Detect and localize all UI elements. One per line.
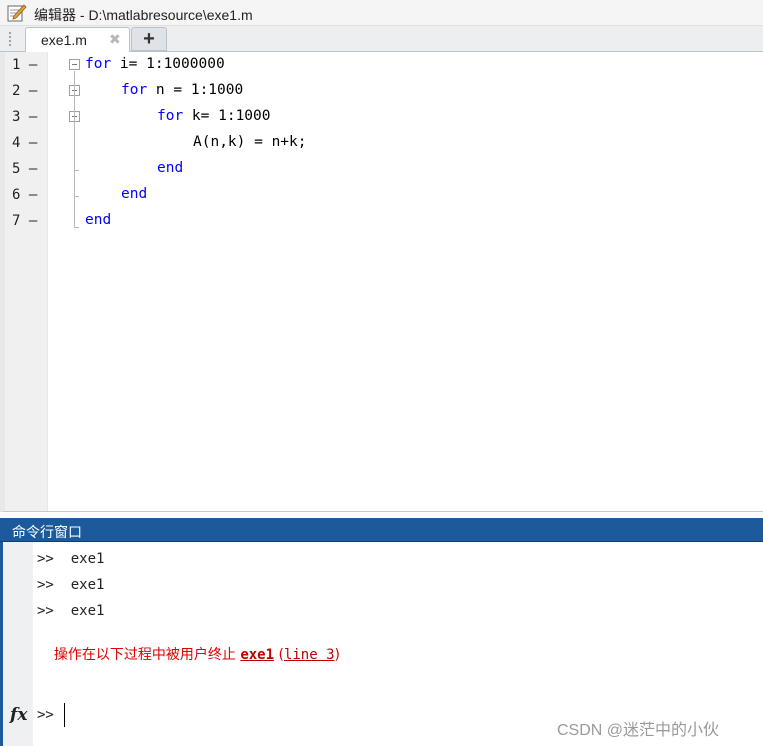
code-line[interactable]: end <box>157 160 183 176</box>
code-line[interactable]: end <box>85 212 111 228</box>
code-line[interactable]: for k= 1:1000 <box>157 108 271 124</box>
line-number[interactable]: 2 — <box>12 83 48 99</box>
line-number[interactable]: 6 — <box>12 187 48 203</box>
tab-label: exe1.m <box>41 32 87 48</box>
command-prompt: >> <box>37 707 54 723</box>
command-history-line: >> exe1 <box>37 551 105 567</box>
line-number[interactable]: 4 — <box>12 135 48 151</box>
tab-exe1-m[interactable]: exe1.m ✖ <box>25 27 130 52</box>
command-history-line: >> exe1 <box>37 603 105 619</box>
text-caret <box>64 703 65 727</box>
line-number[interactable]: 7 — <box>12 213 48 229</box>
editor-title: 编辑器 - D:\matlabresource\exe1.m <box>34 7 253 23</box>
editor-title-bar: 编辑器 - D:\matlabresource\exe1.m <box>0 0 763 26</box>
command-history-line: >> exe1 <box>37 577 105 593</box>
error-paren: ) <box>334 647 340 663</box>
error-message: 操作在以下过程中被用户终止 <box>53 647 241 663</box>
command-window-title-bar[interactable]: 命令行窗口 <box>0 518 763 542</box>
editor-pencil-icon <box>7 4 27 22</box>
fold-guide <box>74 71 75 227</box>
fold-guide-tick <box>74 170 79 171</box>
fold-guide-tick <box>74 227 79 228</box>
fold-guide-tick <box>74 196 79 197</box>
code-line[interactable]: end <box>121 186 147 202</box>
error-message-line: 操作在以下过程中被用户终止 exe1 (line 3) <box>37 628 340 664</box>
code-editor[interactable]: 1 — 2 — 3 — 4 — 5 — 6 — 7 — for i= 1:100… <box>0 52 763 512</box>
drag-grip-icon[interactable] <box>9 32 11 46</box>
close-tab-icon[interactable]: ✖ <box>109 31 121 48</box>
code-line[interactable]: for i= 1:1000000 <box>85 56 225 72</box>
error-paren: ( <box>274 647 284 663</box>
line-number[interactable]: 3 — <box>12 109 48 125</box>
error-function-link[interactable]: exe1 <box>240 647 274 663</box>
line-number[interactable]: 1 — <box>12 57 48 73</box>
command-window-title: 命令行窗口 <box>12 524 82 540</box>
line-number[interactable]: 5 — <box>12 161 48 177</box>
function-browser-icon[interactable]: fx <box>10 705 27 725</box>
add-tab-button[interactable]: + <box>131 27 167 51</box>
code-line[interactable]: A(n,k) = n+k; <box>193 134 307 150</box>
code-line[interactable]: for n = 1:1000 <box>121 82 243 98</box>
error-line-link[interactable]: line 3 <box>284 647 335 663</box>
fold-toggle-icon[interactable] <box>69 59 80 70</box>
watermark: CSDN @迷茫中的小伙 <box>557 722 720 739</box>
editor-tab-bar: exe1.m ✖ + <box>0 26 763 52</box>
